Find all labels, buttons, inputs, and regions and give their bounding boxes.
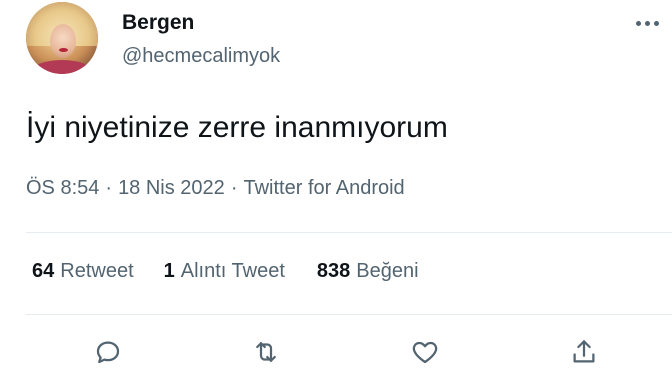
like-count: 838 (316, 260, 351, 282)
reply-icon[interactable] (88, 332, 128, 372)
tweet-actions (0, 332, 672, 372)
stat-retweets[interactable]: 64 Retweet (32, 258, 134, 284)
divider (26, 232, 672, 233)
tweet-date[interactable]: 18 Nis 2022 (118, 177, 225, 199)
retweet-label: Retweet (60, 260, 134, 282)
like-label: Beğeni (356, 260, 419, 282)
more-options-icon[interactable] (632, 16, 662, 30)
like-icon[interactable] (405, 332, 445, 372)
stat-likes[interactable]: 838 Beğeni (317, 258, 419, 284)
divider (26, 314, 672, 315)
tweet-text: İyi niyetinize zerre inanmıyorum (26, 111, 448, 144)
quote-count: 1 (163, 260, 175, 282)
avatar[interactable] (26, 2, 98, 74)
author-display-name[interactable]: Bergen (122, 10, 194, 36)
avatar-shoulder (32, 60, 92, 74)
author-handle[interactable]: @hecmecalimyok (122, 44, 280, 68)
avatar-lips (59, 48, 68, 52)
tweet-stats: 64 Retweet 1 Alıntı Tweet 838 Beğeni (32, 258, 419, 284)
meta-separator: · (230, 177, 238, 199)
avatar-face (50, 24, 76, 58)
tweet-source[interactable]: Twitter for Android (243, 177, 404, 199)
tweet-meta: ÖS 8:54 · 18 Nis 2022 · Twitter for Android (26, 175, 405, 201)
stat-quotes[interactable]: 1 Alıntı Tweet (164, 258, 285, 284)
retweet-count: 64 (32, 260, 55, 282)
meta-separator: · (105, 177, 113, 199)
share-icon[interactable] (564, 332, 604, 372)
quote-label: Alıntı Tweet (180, 260, 285, 282)
retweet-icon[interactable] (246, 332, 286, 372)
tweet-time[interactable]: ÖS 8:54 (26, 177, 99, 199)
